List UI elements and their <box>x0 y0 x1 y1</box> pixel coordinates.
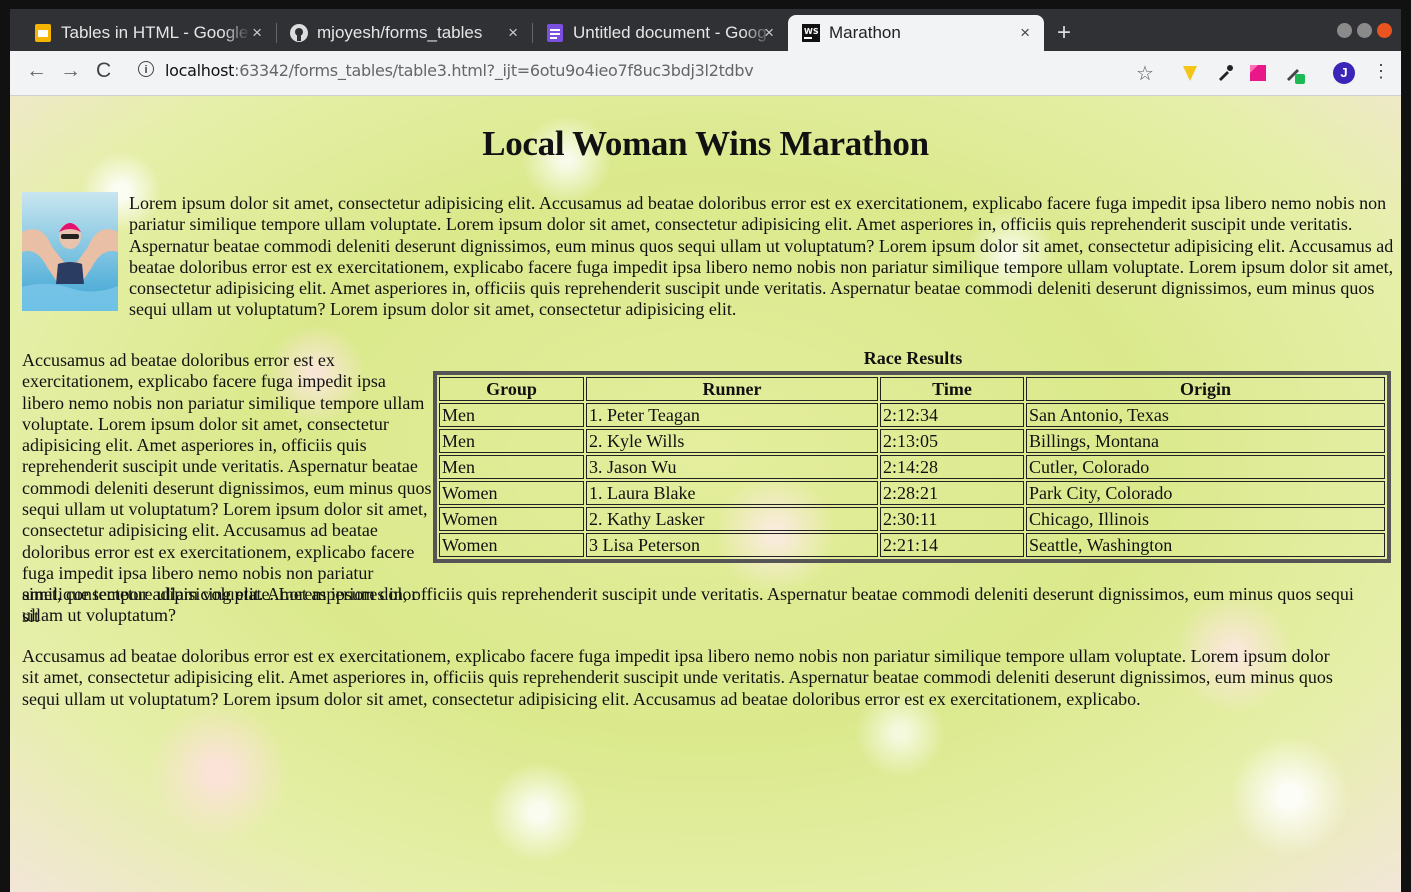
tab-github[interactable]: mjoyesh/forms_tables × <box>276 15 532 51</box>
browser-window: Tables in HTML - Google S × mjoyesh/form… <box>10 9 1401 892</box>
table-row: Men 2. Kyle Wills 2:13:05 Billings, Mont… <box>439 429 1385 453</box>
tab-strip: Tables in HTML - Google S × mjoyesh/form… <box>10 9 1401 51</box>
group-cell: Men <box>439 455 584 479</box>
extension-highlighter-icon[interactable] <box>1180 63 1200 83</box>
site-info-icon[interactable]: i <box>138 61 154 77</box>
close-tab-icon[interactable]: × <box>252 23 262 43</box>
table-row: Women 1. Laura Blake 2:28:21 Park City, … <box>439 481 1385 505</box>
runner-cell: 2. Kathy Lasker <box>586 507 878 531</box>
reload-icon[interactable]: C <box>96 59 111 83</box>
address-host: localhost <box>165 61 235 80</box>
time-cell: 2:14:28 <box>880 455 1024 479</box>
table-caption: Race Results <box>863 348 963 368</box>
webstorm-icon: WS <box>802 24 820 42</box>
close-tab-icon[interactable]: × <box>1020 23 1030 43</box>
runner-cell: 3 Lisa Peterson <box>586 533 878 557</box>
maximize-window-icon[interactable] <box>1357 23 1372 38</box>
time-cell: 2:21:14 <box>880 533 1024 557</box>
runner-cell: 1. Laura Blake <box>586 481 878 505</box>
tab-title: Tables in HTML - Google S <box>61 23 251 42</box>
time-cell: 2:30:11 <box>880 507 1024 531</box>
github-icon <box>290 24 308 42</box>
origin-cell: Park City, Colorado <box>1026 481 1385 505</box>
runner-cell: 1. Peter Teagan <box>586 403 878 427</box>
menu-kebab-icon[interactable]: ⋮ <box>1372 61 1392 81</box>
svg-text:WS: WS <box>804 27 819 36</box>
side-paragraph-continued: amet, consectetur adipisicing elit. Amet… <box>22 584 1354 626</box>
origin-cell: Billings, Montana <box>1026 429 1385 453</box>
group-cell: Women <box>439 507 584 531</box>
page-content: Local Woman Wins Marathon Lorem ipsum do… <box>10 96 1401 892</box>
origin-cell: Chicago, Illinois <box>1026 507 1385 531</box>
swimmer-photo <box>22 192 118 311</box>
google-docs-icon <box>546 24 564 42</box>
group-cell: Women <box>439 481 584 505</box>
tab-title: mjoyesh/forms_tables <box>317 23 483 42</box>
google-slides-icon <box>34 24 52 42</box>
table-header-row: Group Runner Time Origin <box>439 377 1385 401</box>
address-bar[interactable]: localhost:63342/forms_tables/table3.html… <box>165 61 754 80</box>
table-row: Women 3 Lisa Peterson 2:21:14 Seattle, W… <box>439 533 1385 557</box>
close-tab-icon[interactable]: × <box>508 23 518 43</box>
column-header: Origin <box>1026 377 1385 401</box>
intro-paragraph: Lorem ipsum dolor sit amet, consectetur … <box>129 193 1394 320</box>
race-results-table: Group Runner Time Origin Men 1. Peter Te… <box>433 371 1391 563</box>
time-cell: 2:12:34 <box>880 403 1024 427</box>
tab-tables-in-html[interactable]: Tables in HTML - Google S × <box>20 15 276 51</box>
group-cell: Men <box>439 429 584 453</box>
extension-green-icon[interactable] <box>1284 63 1305 84</box>
runner-cell: 3. Jason Wu <box>586 455 878 479</box>
time-cell: 2:28:21 <box>880 481 1024 505</box>
back-icon[interactable]: ← <box>26 59 47 83</box>
column-header: Time <box>880 377 1024 401</box>
minimize-window-icon[interactable] <box>1337 23 1352 38</box>
close-tab-icon[interactable]: × <box>764 23 774 43</box>
tab-title: Marathon <box>829 23 901 42</box>
group-cell: Men <box>439 403 584 427</box>
closing-paragraph: Accusamus ad beatae doloribus error est … <box>22 646 1333 709</box>
browser-toolbar: ← → C i localhost:63342/forms_tables/tab… <box>10 51 1401 96</box>
origin-cell: Cutler, Colorado <box>1026 455 1385 479</box>
tab-untitled-document[interactable]: Untitled document - Goog × <box>532 15 788 51</box>
extension-eyedropper-icon[interactable] <box>1215 63 1235 83</box>
table-row: Women 2. Kathy Lasker 2:30:11 Chicago, I… <box>439 507 1385 531</box>
tab-title: Untitled document - Goog <box>573 23 767 42</box>
extension-pink-icon[interactable] <box>1248 63 1268 83</box>
table-row: Men 3. Jason Wu 2:14:28 Cutler, Colorado <box>439 455 1385 479</box>
origin-cell: Seattle, Washington <box>1026 533 1385 557</box>
group-cell: Women <box>439 533 584 557</box>
runner-cell: 2. Kyle Wills <box>586 429 878 453</box>
page-heading: Local Woman Wins Marathon <box>482 124 929 163</box>
close-window-icon[interactable] <box>1377 23 1392 38</box>
bookmark-star-icon[interactable]: ☆ <box>1136 61 1156 85</box>
table-row: Men 1. Peter Teagan 2:12:34 San Antonio,… <box>439 403 1385 427</box>
origin-cell: San Antonio, Texas <box>1026 403 1385 427</box>
address-path: :63342/forms_tables/table3.html?_ijt=6ot… <box>234 61 754 80</box>
column-header: Runner <box>586 377 878 401</box>
profile-avatar[interactable]: J <box>1333 62 1355 84</box>
column-header: Group <box>439 377 584 401</box>
time-cell: 2:13:05 <box>880 429 1024 453</box>
new-tab-icon[interactable]: + <box>1057 19 1071 47</box>
tab-marathon[interactable]: WS Marathon × <box>788 15 1044 51</box>
forward-icon[interactable]: → <box>60 59 81 83</box>
